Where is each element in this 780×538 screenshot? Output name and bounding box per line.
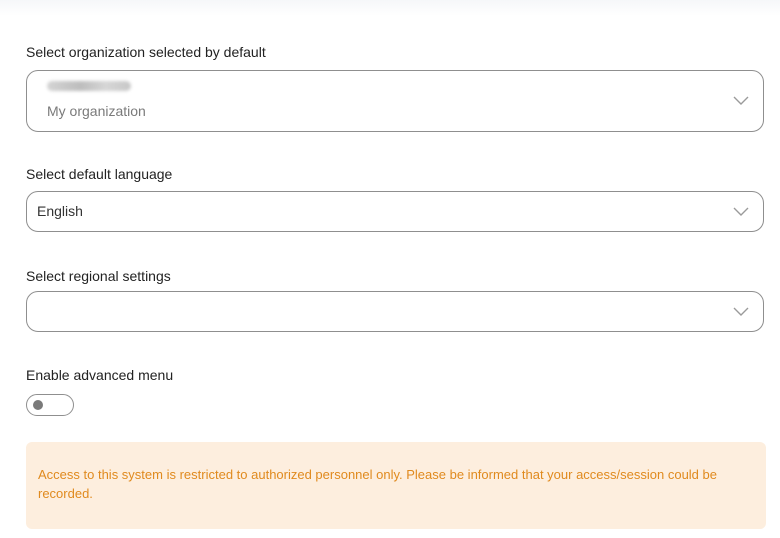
- language-select[interactable]: English: [26, 191, 764, 232]
- regional-select[interactable]: [26, 291, 764, 332]
- toggle-knob: [33, 400, 43, 410]
- organization-label: Select organization selected by default: [26, 44, 266, 60]
- organization-name-blurred: [47, 81, 131, 91]
- language-value: English: [37, 203, 83, 219]
- regional-label: Select regional settings: [26, 268, 171, 284]
- access-notice: Access to this system is restricted to a…: [26, 442, 766, 529]
- chevron-down-icon: [733, 307, 749, 316]
- language-label: Select default language: [26, 166, 173, 182]
- advanced-menu-toggle[interactable]: [26, 394, 74, 416]
- organization-subtitle: My organization: [47, 103, 146, 119]
- advanced-menu-label: Enable advanced menu: [26, 367, 174, 383]
- chevron-down-icon: [733, 207, 749, 216]
- access-notice-text: Access to this system is restricted to a…: [38, 467, 717, 501]
- top-divider-bar: [0, 0, 780, 16]
- chevron-down-icon: [733, 96, 749, 105]
- organization-select[interactable]: My organization: [26, 70, 764, 132]
